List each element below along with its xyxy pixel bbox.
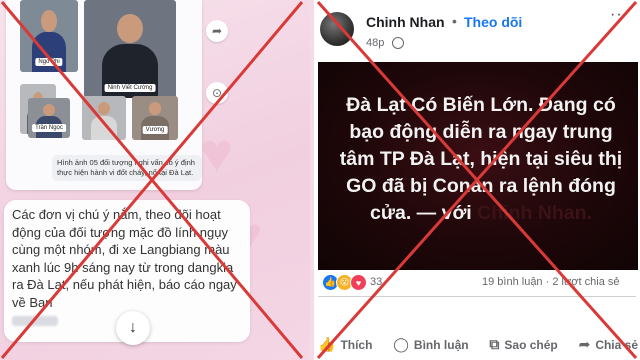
comment-button[interactable]: ◯ Bình luận	[393, 336, 468, 353]
post-stats[interactable]: 19 bình luận · 2 lượt chia sẻ	[482, 276, 620, 288]
post-actions: 👍 Thích ◯ Bình luận ⧉ Sao chép ➦ Chia sẻ	[318, 336, 638, 353]
share-icon: ➦	[578, 336, 591, 352]
more-icon[interactable]: ⊙	[206, 82, 228, 104]
photo-label: Ninh Viết Cường	[104, 84, 156, 92]
suspect-photo: Trần Ngọc	[28, 98, 70, 138]
photo-label: Vương	[142, 126, 168, 134]
like-icon: 👍	[318, 336, 336, 352]
love-reaction-icon: ♥	[350, 274, 367, 291]
share-arrow-icon[interactable]: ➦	[206, 20, 228, 42]
left-screenshot-panel: ♥ ♥ ♥ Ngo Phi Ninh Viết Cường Trần Ngọc …	[0, 0, 310, 360]
heart-decoration: ♥	[200, 121, 234, 184]
avatar[interactable]	[320, 12, 354, 46]
tagged-user[interactable]: Chinh Nhan.	[477, 202, 592, 224]
like-label: Thích	[340, 337, 373, 352]
facebook-post-panel: Chinh Nhan • Theo dõi ··· 48p Đà Lạt Có …	[314, 0, 640, 360]
comment-label: Bình luận	[413, 337, 469, 352]
reaction-icons[interactable]: 👍 😮 ♥	[322, 274, 367, 291]
like-button[interactable]: 👍 Thích	[318, 336, 372, 353]
message-text: Các đơn vị chú ý nắm, theo dõi hoạt động…	[12, 207, 237, 310]
post-text: Đà Lạt Có Biến Lớn. Đang có bạo động diễ…	[336, 92, 626, 227]
photo-caption: Hình ảnh 05 đối tượng nghi vấn có ý định…	[52, 155, 202, 181]
more-options-icon[interactable]: ···	[610, 6, 629, 24]
globe-icon	[392, 37, 404, 49]
author-name[interactable]: Chinh Nhan	[366, 14, 445, 30]
suspect-photo	[82, 96, 126, 140]
side-actions: ➦ ⊙	[206, 20, 228, 114]
follow-button[interactable]: Theo dõi	[464, 14, 522, 30]
copy-icon: ⧉	[489, 336, 500, 352]
arrow-down-icon[interactable]: ↓	[116, 311, 150, 345]
copy-label: Sao chép	[504, 337, 558, 352]
redacted-text	[12, 316, 58, 326]
suspect-photo: Vương	[132, 96, 178, 140]
share-button[interactable]: ➦ Chia sẻ	[579, 336, 638, 353]
photo-label: Ngo Phi	[35, 58, 63, 66]
comment-icon: ◯	[393, 336, 409, 352]
photo-label: Trần Ngọc	[32, 124, 66, 132]
share-label: Chia sẻ	[595, 337, 638, 352]
divider	[318, 296, 636, 297]
post-time[interactable]: 48p	[366, 37, 384, 49]
suspect-photo: Ninh Viết Cường	[84, 0, 176, 98]
separator-dot: •	[452, 13, 457, 29]
suspect-photo: Ngo Phi	[20, 0, 78, 72]
reaction-count[interactable]: 33	[370, 276, 382, 288]
copy-button[interactable]: ⧉ Sao chép	[489, 336, 557, 353]
